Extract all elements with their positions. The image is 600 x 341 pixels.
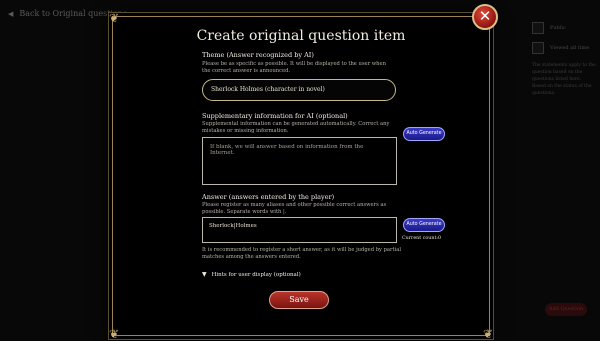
ornament-corner-icon: ❦ [108, 327, 120, 341]
checkbox-icon [532, 22, 544, 34]
answer-auto-generate-button[interactable]: Auto Generate [403, 218, 445, 232]
supplementary-textarea[interactable]: If blank, we will answer based on inform… [202, 137, 397, 185]
checkbox-icon [532, 42, 544, 54]
background-notes: The statements apply to the question bas… [532, 63, 596, 96]
ornament-corner-icon: ❦ [108, 11, 120, 25]
answer-label: Answer (answers entered by the player) [202, 193, 335, 201]
theme-help: Please be as specific as possible. It wi… [202, 61, 386, 74]
close-button[interactable]: ✕ [472, 4, 498, 30]
answer-help: Please register as many aliases and othe… [202, 202, 387, 215]
theme-label: Theme (Answer recognized by AI) [202, 51, 314, 59]
background-row-viewed: Viewed all time [532, 42, 596, 54]
supplementary-auto-generate-button[interactable]: Auto Generate [403, 127, 445, 141]
create-question-dialog: ❦ ❦ ❦ ❦ Create original question item Th… [109, 11, 493, 341]
background-add-button: Add Question [545, 303, 587, 316]
supplementary-label: Supplementary information for AI (option… [202, 112, 348, 120]
supplementary-help: Supplemental information can be generate… [202, 121, 390, 134]
back-arrow-icon: ◀ [8, 9, 14, 18]
background-side-panel: Public Viewed all time The statements ap… [532, 22, 596, 97]
close-icon: ✕ [478, 7, 492, 25]
ornament-corner-icon: ❦ [482, 327, 494, 341]
triangle-down-icon: ▼ [202, 271, 207, 278]
hints-label: Hints for user display (optional) [211, 271, 301, 278]
background-row-public: Public [532, 22, 596, 34]
dialog-title: Create original question item [196, 28, 406, 44]
theme-input[interactable]: Sherlock Holmes (character in novel) [202, 79, 396, 101]
save-button[interactable]: Save [269, 291, 329, 309]
answer-current-count: Current count:0 [402, 236, 442, 241]
answer-input[interactable]: Sherlock|Holmes [202, 217, 397, 243]
hints-toggle[interactable]: ▼ Hints for user display (optional) [202, 271, 301, 278]
answer-note: It is recommended to register a short an… [202, 247, 401, 260]
